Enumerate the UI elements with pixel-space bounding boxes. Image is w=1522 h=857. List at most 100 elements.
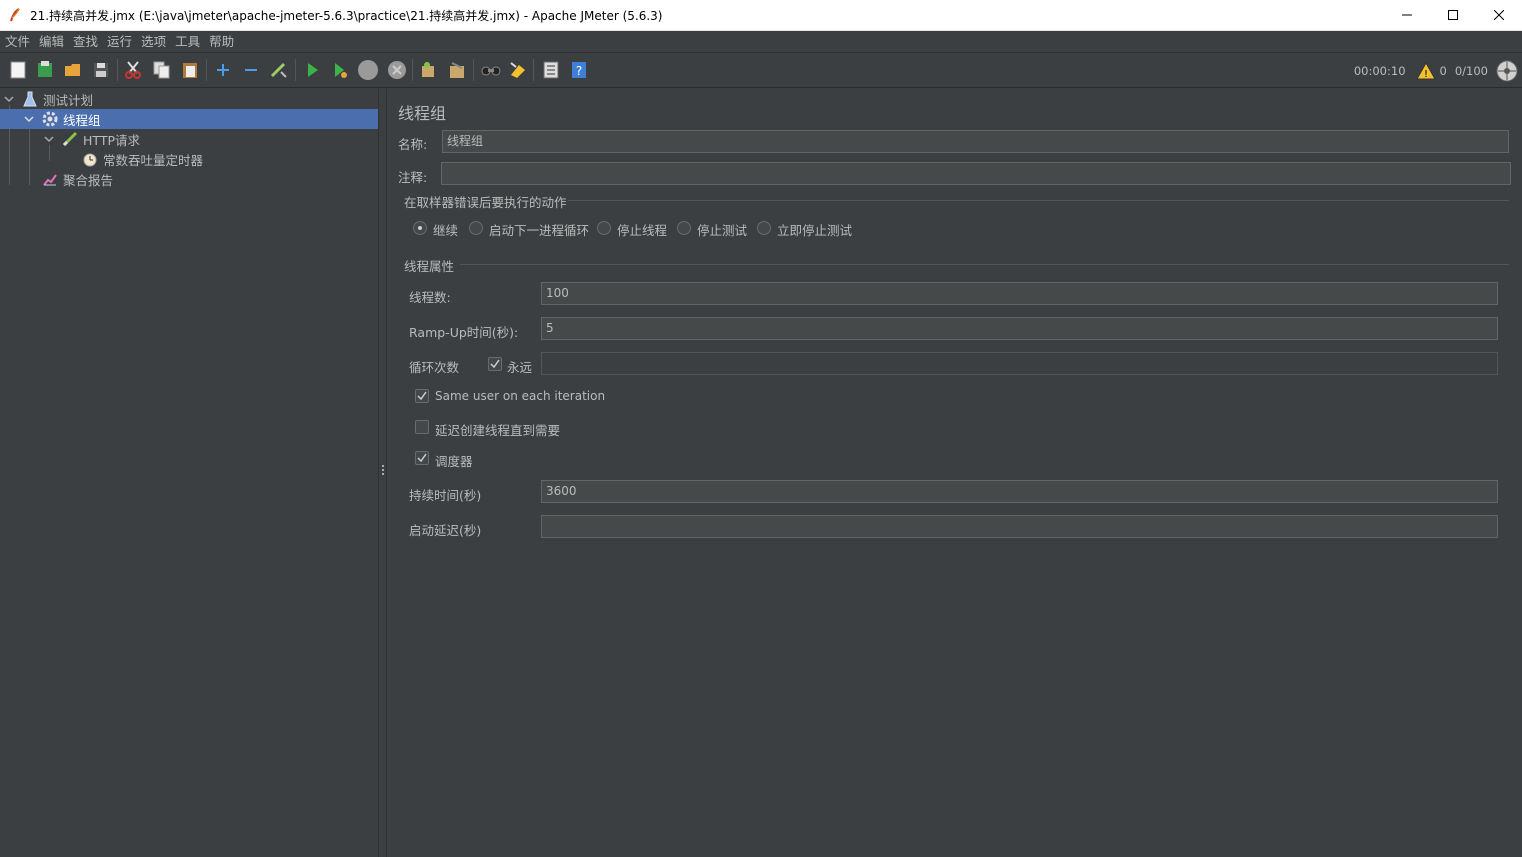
cut-button[interactable] [121,58,145,82]
chevron-down-icon[interactable] [23,113,35,125]
checkmark-icon [417,453,427,463]
stop-button[interactable] [356,58,380,82]
paste-button[interactable] [178,58,202,82]
minimize-button[interactable] [1384,0,1430,31]
toggle-button[interactable] [267,58,291,82]
new-button[interactable] [6,58,30,82]
tree-item-test-plan[interactable]: 测试计划 [0,89,378,109]
delay-thread-creation-checkbox[interactable] [415,420,429,434]
radio-continue[interactable] [413,221,427,235]
tree-item-thread-group[interactable]: 线程组 [0,109,378,129]
radio-start-next-loop-label: 启动下一进程循环 [489,223,590,238]
menu-options[interactable]: 选项 [138,31,172,53]
scheduler-checkbox[interactable] [415,451,429,465]
duration-field[interactable]: 3600 [541,480,1498,503]
section-divider [460,264,1509,265]
duration-label: 持续时间(秒) [409,488,482,503]
copy-button[interactable] [150,58,174,82]
radio-stop-test-label: 停止测试 [697,223,748,238]
scheduler-label: 调度器 [435,454,473,469]
clear-button[interactable] [416,58,440,82]
remote-engines-icon[interactable] [1496,60,1518,82]
svg-text:?: ? [576,64,582,78]
maximize-button[interactable] [1430,0,1476,31]
startup-delay-field[interactable] [541,515,1498,538]
search-button[interactable] [479,58,503,82]
templates-icon [38,61,52,77]
rampup-label: Ramp-Up时间(秒): [409,325,519,340]
function-helper-button[interactable] [539,58,563,82]
rampup-field[interactable]: 5 [541,317,1498,340]
help-icon: ? [572,62,586,78]
open-button[interactable] [61,58,85,82]
tree-item-label: 测试计划 [43,92,94,108]
delay-thread-creation-label: 延迟创建线程直到需要 [435,423,561,438]
checkmark-icon [417,391,427,401]
start-button[interactable] [300,58,324,82]
help-button[interactable]: ? [567,58,591,82]
templates-button[interactable] [33,58,57,82]
paste-icon [183,63,197,78]
page-title: 线程组 [398,104,447,123]
name-field[interactable]: 线程组 [442,130,1509,153]
forever-checkbox[interactable] [488,357,502,371]
chevron-down-icon[interactable] [43,133,55,145]
tree-item-label: 聚合报告 [63,172,114,188]
collapse-all-button[interactable] [239,58,263,82]
forever-label: 永远 [507,360,533,375]
save-button[interactable] [89,58,113,82]
svg-text:!: ! [1424,69,1428,80]
panel-splitter[interactable] [378,89,387,857]
elapsed-time: 00:00:10 [1353,63,1406,78]
chevron-down-icon[interactable] [3,93,15,105]
radio-stop-test-now-label: 立即停止测试 [777,223,853,238]
thread-group-panel: 线程组 名称: 线程组 注释: 在取样器错误后要执行的动作 继续 启动下一进程循… [388,89,1522,857]
tree-item-aggregate-report[interactable]: 聚合报告 [0,169,378,189]
radio-continue-label: 继续 [433,223,459,238]
radio-stop-test[interactable] [677,221,691,235]
warning-icon[interactable]: ! [1415,61,1436,80]
menu-tools[interactable]: 工具 [172,31,206,53]
comment-field[interactable] [441,162,1511,185]
loop-count-field[interactable] [541,352,1498,375]
start-no-pause-icon [335,63,347,78]
reset-search-button[interactable] [506,58,530,82]
clear-all-button[interactable] [445,58,469,82]
tree-item-constant-throughput-timer[interactable]: 常数吞吐量定时器 [0,149,378,169]
start-no-pauses-button[interactable] [328,58,352,82]
copy-icon [153,61,170,79]
menu-file[interactable]: 文件 [2,31,36,53]
save-icon [94,63,108,77]
threads-field[interactable]: 100 [541,282,1498,305]
tree-item-http-request[interactable]: HTTP请求 [0,129,378,149]
report-icon [41,170,59,188]
radio-stop-thread-label: 停止线程 [617,223,668,238]
new-icon [10,61,26,79]
radio-start-next-loop[interactable] [469,221,483,235]
menu-edit[interactable]: 编辑 [36,31,70,53]
name-label: 名称: [398,137,428,152]
menu-search[interactable]: 查找 [70,31,104,53]
timer-icon [81,150,99,168]
tree-item-label: 线程组 [63,112,101,128]
radio-stop-test-now[interactable] [757,221,771,235]
expand-icon [217,64,229,76]
toolbar: ? 00:00:10 ! 0 0/100 [0,53,1522,88]
same-user-checkbox[interactable] [415,389,429,403]
search-icon [481,66,501,76]
menu-bar: 文件 编辑 查找 运行 选项 工具 帮助 [0,31,1522,53]
test-plan-icon [21,90,39,108]
http-sampler-icon [61,130,79,148]
clear-all-icon [450,62,464,78]
toggle-icon [270,62,287,78]
menu-help[interactable]: 帮助 [206,31,240,53]
menu-run[interactable]: 运行 [104,31,138,53]
radio-stop-thread[interactable] [597,221,611,235]
expand-all-button[interactable] [211,58,235,82]
jmeter-feather-icon [0,8,30,22]
close-button[interactable] [1476,0,1522,31]
shutdown-button[interactable] [385,58,409,82]
checkmark-icon [490,359,500,369]
same-user-label: Same user on each iteration [435,389,606,403]
tree-item-label: 常数吞吐量定时器 [103,152,204,168]
